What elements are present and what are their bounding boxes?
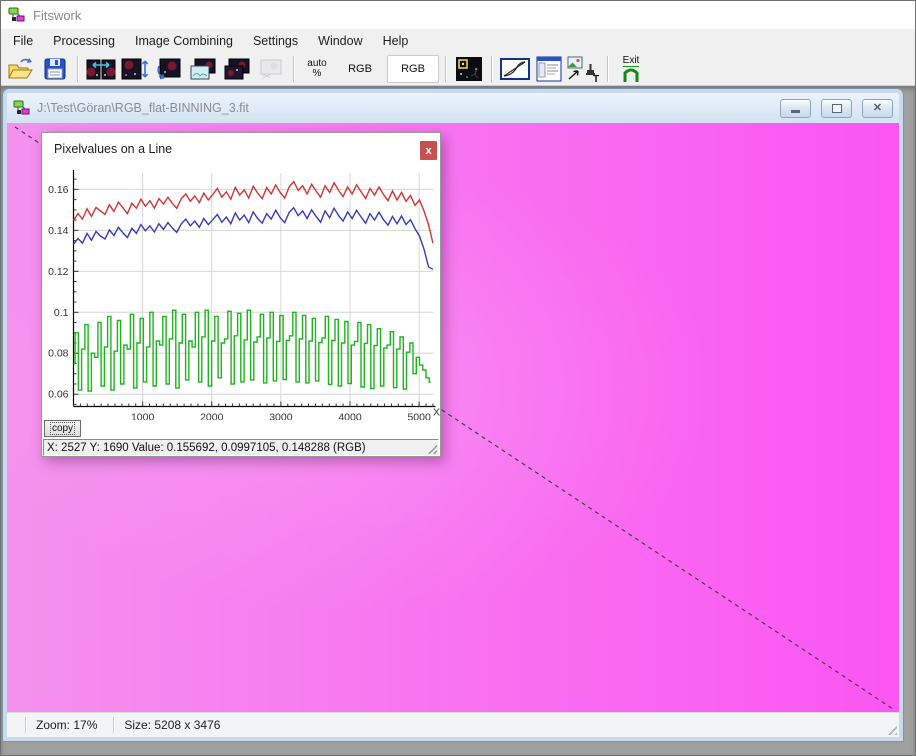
rotate-icon	[155, 57, 183, 81]
auto-scale-button[interactable]: auto %	[301, 54, 333, 84]
svg-text:0.06: 0.06	[48, 389, 69, 401]
minimize-button[interactable]	[780, 99, 811, 118]
exit-label: Exit	[623, 56, 640, 67]
dialog-resize-grip[interactable]	[426, 443, 437, 454]
save-icon	[43, 57, 67, 81]
close-icon: ✕	[873, 103, 882, 113]
histogram-icon	[500, 57, 530, 81]
main-titlebar[interactable]: Fitswork	[1, 1, 915, 29]
svg-text:4000: 4000	[338, 412, 362, 421]
menu-item-processing[interactable]: Processing	[43, 30, 125, 52]
menu-item-settings[interactable]: Settings	[243, 30, 308, 52]
toolbar-separator	[491, 56, 493, 82]
menu-bar: FileProcessingImage CombiningSettingsWin…	[1, 29, 915, 53]
exit-door-icon	[621, 67, 641, 83]
resize-grip[interactable]	[884, 722, 897, 735]
main-toolbar: ✂ auto % RGB RGB	[1, 53, 915, 86]
pixel-values-chart: 0.16 0.14 0.12 0.1 0.08 0.06 1000 2000 3000 4000 5…	[42, 133, 442, 420]
exit-button[interactable]: Exit	[615, 54, 647, 84]
app-window: Fitswork FileProcessingImage CombiningSe…	[0, 0, 916, 756]
svg-text:T: T	[593, 74, 599, 82]
svg-text:5000: 5000	[407, 412, 431, 421]
svg-text:0.16: 0.16	[48, 184, 69, 196]
flip-vertical-icon	[121, 57, 149, 81]
svg-text:3000: 3000	[269, 412, 293, 421]
svg-text:✂: ✂	[262, 71, 271, 81]
svg-text:1000: 1000	[131, 412, 155, 421]
auto-scale-percent: %	[313, 69, 322, 79]
histogram-button[interactable]	[499, 54, 531, 84]
toolbar-separator	[293, 56, 295, 82]
annotate-icon: T	[567, 56, 601, 82]
svg-text:0.14: 0.14	[48, 225, 69, 237]
svg-text:0.1: 0.1	[54, 307, 69, 319]
statusbar-separator	[25, 717, 27, 733]
image-window-titlebar[interactable]: J:\Test\Göran\RGB_flat-BINNING_3.fit ✕	[7, 93, 899, 123]
crop-scissors-icon: ✂	[257, 57, 285, 81]
fitswork-logo-icon	[13, 100, 30, 116]
restore-icon	[832, 104, 842, 113]
menu-item-help[interactable]: Help	[373, 30, 419, 52]
svg-text:0.08: 0.08	[48, 348, 69, 360]
statusbar-separator	[113, 717, 115, 733]
rgb-label-2: RGB	[401, 63, 425, 75]
image-size: Size: 5208 x 3476	[124, 718, 220, 732]
rgb-button-1[interactable]: RGB	[335, 54, 385, 84]
rgb-button-2[interactable]: RGB	[387, 55, 439, 83]
menu-item-window[interactable]: Window	[308, 30, 372, 52]
image-window-statusbar: Zoom: 17% Size: 5208 x 3476	[7, 712, 899, 737]
svg-text:0.12: 0.12	[48, 266, 69, 278]
restore-button[interactable]	[821, 99, 852, 118]
image-window-title: J:\Test\Göran\RGB_flat-BINNING_3.fit	[37, 101, 770, 115]
svg-text:2000: 2000	[200, 412, 224, 421]
copy-label: copy	[51, 423, 74, 434]
cursor-readout: X: 2527 Y: 1690 Value: 0.155692, 0.09971…	[47, 442, 366, 454]
annotate-button[interactable]: T	[567, 54, 601, 84]
image-combine-icon	[223, 57, 251, 81]
open-button[interactable]	[5, 54, 37, 84]
mdi-workspace: J:\Test\Göran\RGB_flat-BINNING_3.fit ✕ Z…	[1, 86, 915, 755]
rgb-label-1: RGB	[348, 63, 372, 75]
fits-header-icon	[535, 56, 563, 82]
minimize-icon	[791, 110, 800, 113]
app-title: Fitswork	[33, 8, 81, 23]
copy-button[interactable]: copy	[44, 420, 81, 437]
image-copy-icon	[189, 57, 217, 81]
toolbar-separator	[445, 56, 447, 82]
pixel-values-dialog: Pixelvalues on a Line x 0.160.140.120.10…	[41, 132, 441, 457]
flip-vertical-button[interactable]	[119, 54, 151, 84]
dialog-statusbar: X: 2527 Y: 1690 Value: 0.155692, 0.09971…	[43, 439, 439, 456]
image-copy-button[interactable]	[187, 54, 219, 84]
image-combine-button[interactable]	[221, 54, 253, 84]
flip-horizontal-button[interactable]	[85, 54, 117, 84]
close-window-button[interactable]: ✕	[862, 99, 893, 118]
menu-item-file[interactable]: File	[3, 30, 43, 52]
star-detect-icon	[455, 56, 483, 82]
fits-header-button[interactable]	[533, 54, 565, 84]
crop-button[interactable]: ✂	[255, 54, 287, 84]
star-detect-button[interactable]	[453, 54, 485, 84]
menu-item-image-combining[interactable]: Image Combining	[125, 30, 243, 52]
open-icon	[8, 57, 34, 81]
rotate-button[interactable]	[153, 54, 185, 84]
fitswork-logo-icon	[8, 7, 25, 23]
toolbar-separator	[77, 56, 79, 82]
save-button[interactable]	[39, 54, 71, 84]
zoom-level: Zoom: 17%	[36, 718, 97, 732]
toolbar-separator	[607, 56, 609, 82]
flip-horizontal-icon	[86, 57, 116, 81]
svg-text:X: X	[433, 407, 440, 419]
